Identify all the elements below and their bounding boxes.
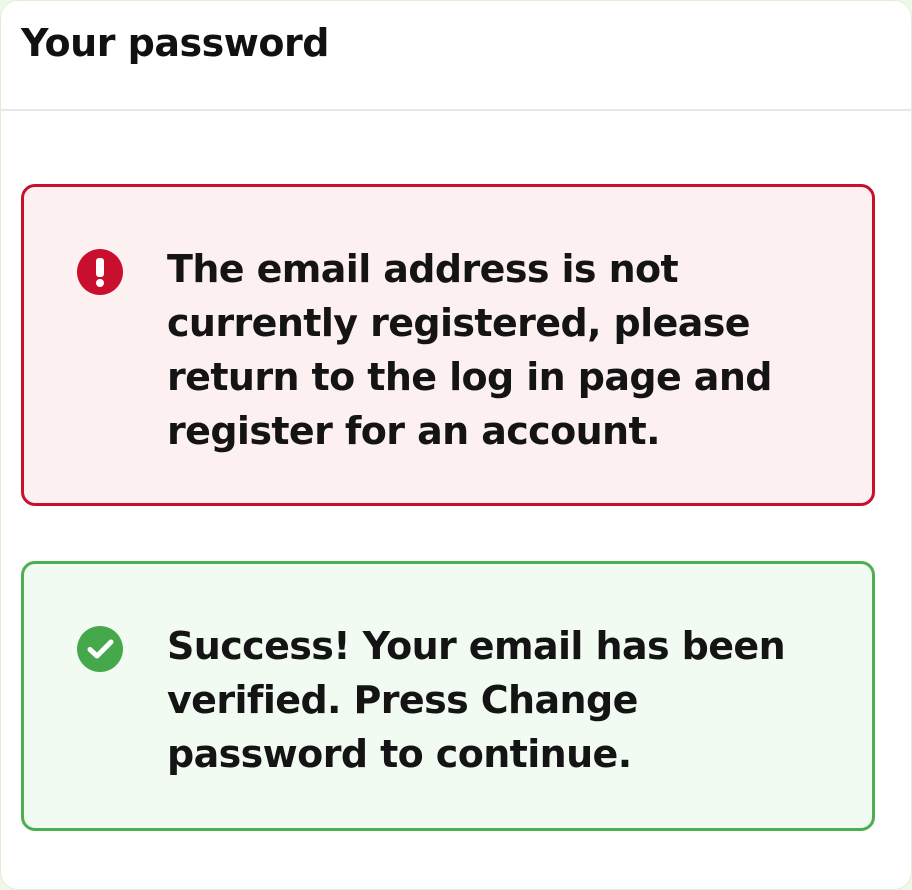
success-alert: Success! Your email has been verified. P…: [21, 561, 875, 831]
check-circle-icon: [77, 626, 123, 672]
page-title: Your password: [21, 21, 329, 65]
password-card: Your password The email address is not c…: [0, 0, 912, 890]
card-header: Your password: [1, 1, 911, 111]
exclamation-circle-icon: [77, 249, 123, 295]
error-message: The email address is not currently regis…: [167, 247, 772, 453]
success-message: Success! Your email has been verified. P…: [167, 624, 786, 776]
error-alert: The email address is not currently regis…: [21, 184, 875, 506]
